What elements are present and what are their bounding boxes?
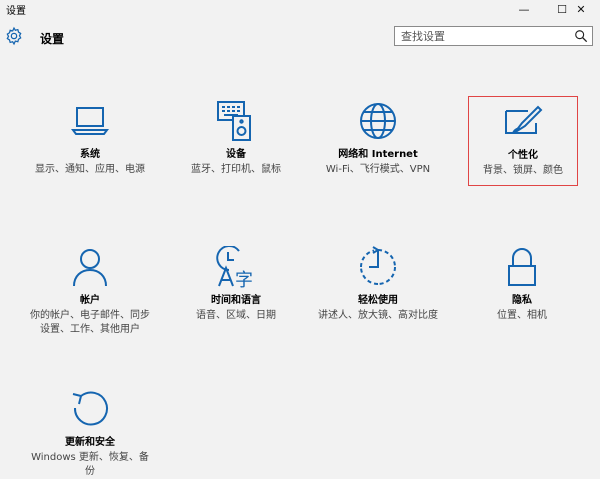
tile-accounts[interactable]: 帐户 你的帐户、电子邮件、同步设置、工作、其他用户 [30, 246, 150, 337]
lock-icon [508, 248, 536, 286]
tile-personalization[interactable]: 个性化 背景、锁屏、颜色 [468, 96, 578, 186]
tile-desc: 背景、锁屏、颜色 [483, 165, 563, 176]
tile-desc: Wi-Fi、飞行模式、VPN [325, 164, 431, 175]
tile-time-language[interactable]: 字 时间和语言 语音、区域、日期 [176, 246, 296, 323]
tile-desc: 位置、相机 [497, 310, 547, 321]
tile-desc: 蓝牙、打印机、鼠标 [191, 164, 281, 175]
tile-desc: 你的帐户、电子邮件、同步设置、工作、其他用户 [30, 310, 150, 335]
tile-desc: 语音、区域、日期 [196, 310, 276, 321]
tile-desc: Windows 更新、恢复、备份 [31, 452, 149, 477]
tile-name: 轻松使用 [358, 295, 398, 306]
tile-network[interactable]: 网络和 Internet Wi-Fi、飞行模式、VPN [318, 100, 438, 177]
tile-name: 设备 [226, 149, 246, 160]
tile-ease-of-access[interactable]: 轻松使用 讲述人、放大镜、高对比度 [318, 246, 438, 323]
gear-icon [6, 26, 22, 46]
tile-name: 网络和 Internet [338, 149, 418, 160]
tile-devices[interactable]: 设备 蓝牙、打印机、鼠标 [176, 100, 296, 177]
person-icon [73, 249, 107, 287]
header: 设置 [0, 22, 600, 54]
page-title: 设置 [40, 32, 65, 46]
search-icon[interactable] [574, 29, 588, 43]
tile-name: 个性化 [508, 150, 538, 161]
svg-text:字: 字 [235, 270, 253, 288]
time-language-icon: 字 [216, 246, 253, 288]
tile-desc: 讲述人、放大镜、高对比度 [318, 310, 438, 321]
minimize-button[interactable]: — [505, 0, 543, 18]
personalization-icon [505, 105, 543, 134]
tile-name: 时间和语言 [211, 295, 261, 306]
tile-name: 更新和安全 [65, 437, 115, 448]
tile-name: 帐户 [80, 295, 100, 306]
tile-name: 隐私 [512, 295, 532, 306]
search-input[interactable] [401, 29, 561, 43]
globe-icon [360, 103, 396, 139]
tile-update-security[interactable]: 更新和安全 Windows 更新、恢复、备份 [30, 388, 150, 479]
tile-system[interactable]: 系统 显示、通知、应用、电源 [30, 100, 150, 177]
tile-name: 系统 [80, 149, 100, 160]
tile-desc: 显示、通知、应用、电源 [35, 164, 145, 175]
laptop-icon [71, 107, 109, 135]
search-box[interactable] [394, 26, 593, 46]
devices-icon [217, 101, 251, 141]
window-title: 设置 [6, 6, 26, 17]
ease-of-access-icon [360, 246, 396, 285]
close-button[interactable]: ✕ [562, 0, 600, 18]
update-icon [72, 391, 108, 426]
title-bar: 设置 — ☐ ✕ [0, 0, 600, 18]
tile-privacy[interactable]: 隐私 位置、相机 [462, 246, 582, 323]
